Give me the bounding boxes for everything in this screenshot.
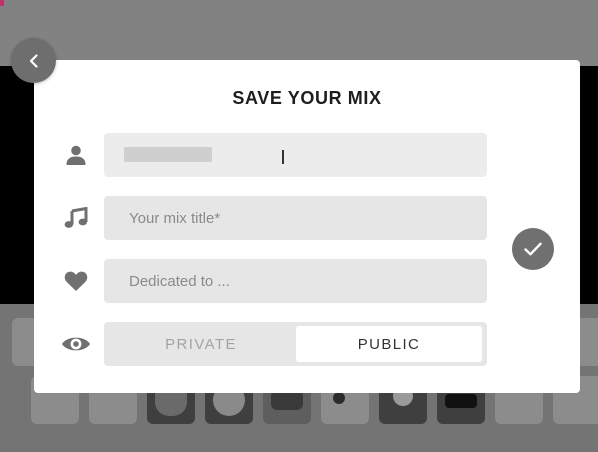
music-note-icon — [60, 204, 92, 232]
heart-icon — [60, 267, 92, 295]
dedicated-to-field[interactable] — [104, 259, 487, 303]
eye-icon — [60, 330, 92, 358]
shoe-icon — [271, 390, 303, 410]
visibility-toggle[interactable]: PRIVATE PUBLIC — [104, 322, 487, 366]
name-field[interactable] — [104, 133, 487, 177]
confirm-save-button[interactable] — [512, 228, 554, 270]
background-accent-mark — [0, 0, 4, 6]
dedicated-to-input[interactable] — [104, 259, 487, 303]
private-option[interactable]: PRIVATE — [108, 326, 294, 362]
user-icon — [60, 141, 92, 169]
footprints-icon — [333, 392, 345, 404]
text-caret — [282, 150, 284, 164]
mix-title-field[interactable] — [104, 196, 487, 240]
dialog-title: SAVE YOUR MIX — [232, 88, 382, 108]
save-mix-dialog: SAVE YOUR MIX Your mix title* Dedicated … — [34, 60, 580, 393]
background-topbar — [0, 0, 598, 66]
name-field-value — [124, 147, 212, 162]
mix-title-input[interactable] — [104, 196, 487, 240]
back-button[interactable] — [11, 38, 56, 83]
app-stage: SAVE YOUR MIX Your mix title* Dedicated … — [0, 0, 598, 452]
hat-icon — [445, 394, 477, 408]
checkmark-icon — [524, 242, 542, 256]
chevron-left-icon — [29, 53, 38, 68]
public-option[interactable]: PUBLIC — [296, 326, 482, 362]
